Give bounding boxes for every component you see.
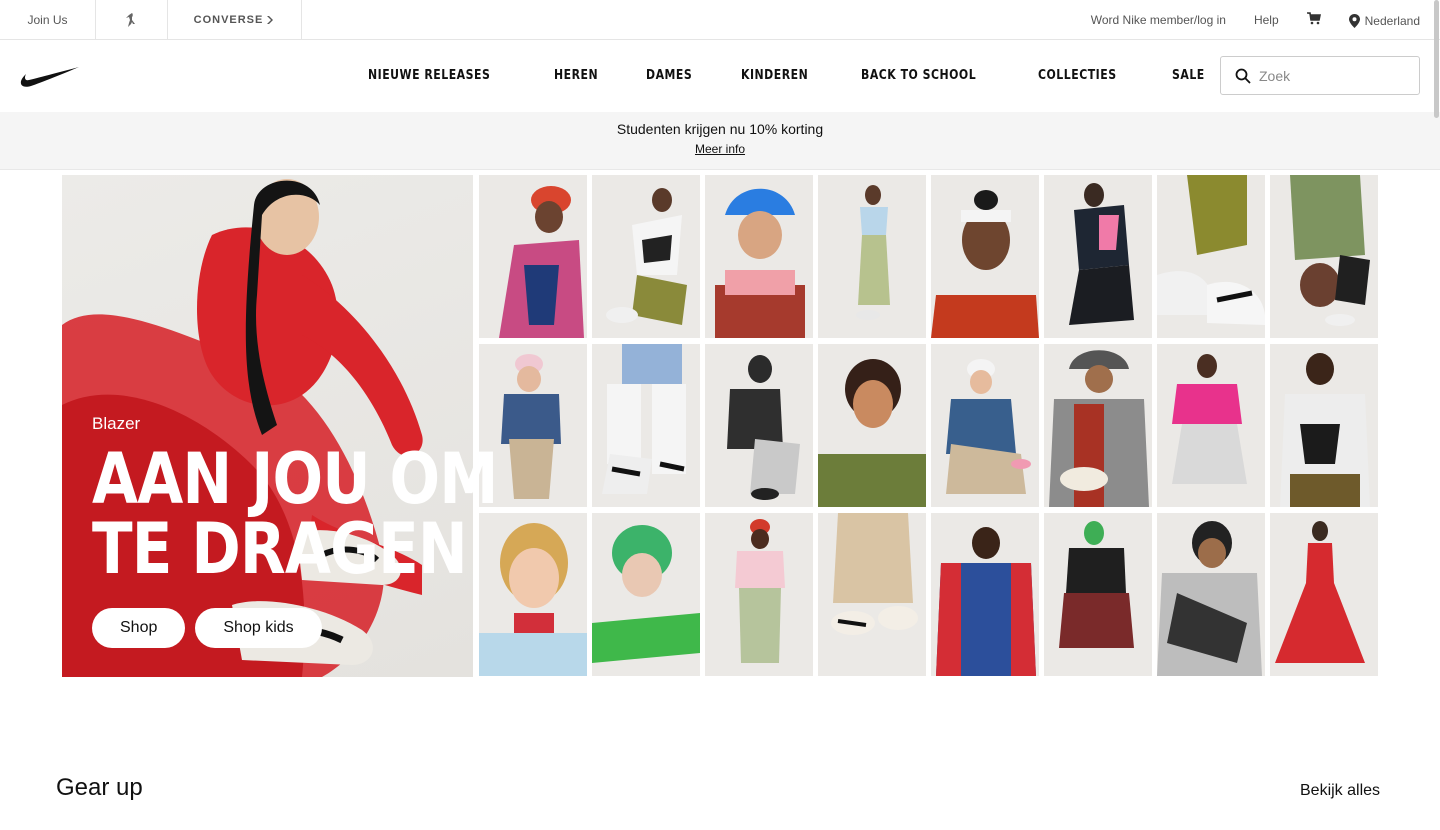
cart-icon: [1306, 11, 1321, 24]
nav-link-kinderen[interactable]: KINDEREN: [741, 68, 808, 83]
promo-title: Studenten krijgen nu 10% korting: [616, 121, 824, 137]
hero-grid-image: [931, 513, 1039, 676]
hero-grid-image: [818, 344, 926, 507]
hero-grid-image: [479, 175, 587, 338]
hero-grid-image: [1270, 344, 1378, 507]
hero-grid-image: [1044, 513, 1152, 676]
hero-grid-image: [705, 175, 813, 338]
nav-link-heren[interactable]: HEREN: [554, 68, 598, 83]
converse-logo-link[interactable]: CONVERSE: [168, 0, 302, 39]
shop-button[interactable]: Shop: [92, 608, 186, 648]
jordan-logo-link[interactable]: [96, 0, 168, 39]
converse-chevron-icon: [267, 15, 274, 24]
hero-grid-image: [1270, 175, 1378, 338]
view-all-link[interactable]: Bekijk alles: [1300, 782, 1380, 800]
hero-grid-image: [931, 175, 1039, 338]
nav-link-back-to-school[interactable]: BACK TO SCHOOL: [861, 68, 976, 83]
hero-subtitle: Blazer: [92, 414, 140, 434]
search-input[interactable]: [1259, 67, 1409, 84]
hero-grid-image: [818, 175, 926, 338]
hero-grid-image: [1157, 344, 1265, 507]
join-us-link[interactable]: Join Us: [0, 0, 96, 39]
locale-label: Nederland: [1364, 13, 1420, 28]
cart-button[interactable]: [1306, 11, 1321, 28]
jordan-icon: [125, 12, 135, 27]
hero-grid-image: [592, 513, 700, 676]
shop-kids-button[interactable]: Shop kids: [195, 608, 322, 648]
nav-link-collecties[interactable]: COLLECTIES: [1038, 68, 1117, 83]
locale-selector[interactable]: Nederland: [1348, 13, 1420, 28]
scrollbar-thumb[interactable]: [1434, 0, 1439, 118]
hero-grid-image: [592, 175, 700, 338]
location-pin-icon: [1348, 13, 1360, 28]
utility-bar: Join Us CONVERSE Word Nike member/log in…: [0, 0, 1440, 40]
hero-subtitle-text: Blazer: [92, 414, 141, 433]
nike-swoosh-icon[interactable]: [20, 66, 80, 88]
search-icon: [1235, 68, 1251, 84]
hero-grid-image: [1044, 175, 1152, 338]
nav-links: NIEUWE RELEASES HEREN DAMES KINDEREN BAC…: [368, 68, 1251, 83]
member-login-link[interactable]: Word Nike member/log in: [1091, 13, 1226, 27]
hero-buttons: Shop Shop kids: [92, 608, 332, 648]
promo-banner: Studenten krijgen nu 10% korting Meer in…: [0, 112, 1440, 170]
promo-more-info-link[interactable]: Meer info: [695, 142, 745, 156]
hero-grid-image: [931, 344, 1039, 507]
hero-title: AAN JOU OM TE DRAGEN: [92, 438, 498, 590]
hero-grid-image: [705, 513, 813, 676]
hero-grid-image: [1157, 513, 1265, 676]
hero-banner[interactable]: [62, 175, 1379, 677]
hero-grid-image: [1044, 344, 1152, 507]
hero-grid-image: [1157, 175, 1265, 338]
hero-grid-image: [592, 344, 700, 507]
nav-link-sale[interactable]: SALE: [1172, 68, 1205, 83]
search-box[interactable]: [1220, 56, 1420, 95]
hero-grid-image: [705, 344, 813, 507]
gear-up-heading: Gear up: [56, 774, 143, 801]
nav-link-dames[interactable]: DAMES: [646, 68, 692, 83]
help-link[interactable]: Help: [1254, 13, 1279, 27]
main-navigation: NIEUWE RELEASES HEREN DAMES KINDEREN BAC…: [0, 40, 1440, 112]
nav-link-nieuwe-releases[interactable]: NIEUWE RELEASES: [368, 68, 490, 83]
hero-grid-image: [1270, 513, 1378, 676]
hero-grid-image: [818, 513, 926, 676]
converse-logo-text: CONVERSE: [193, 13, 264, 26]
